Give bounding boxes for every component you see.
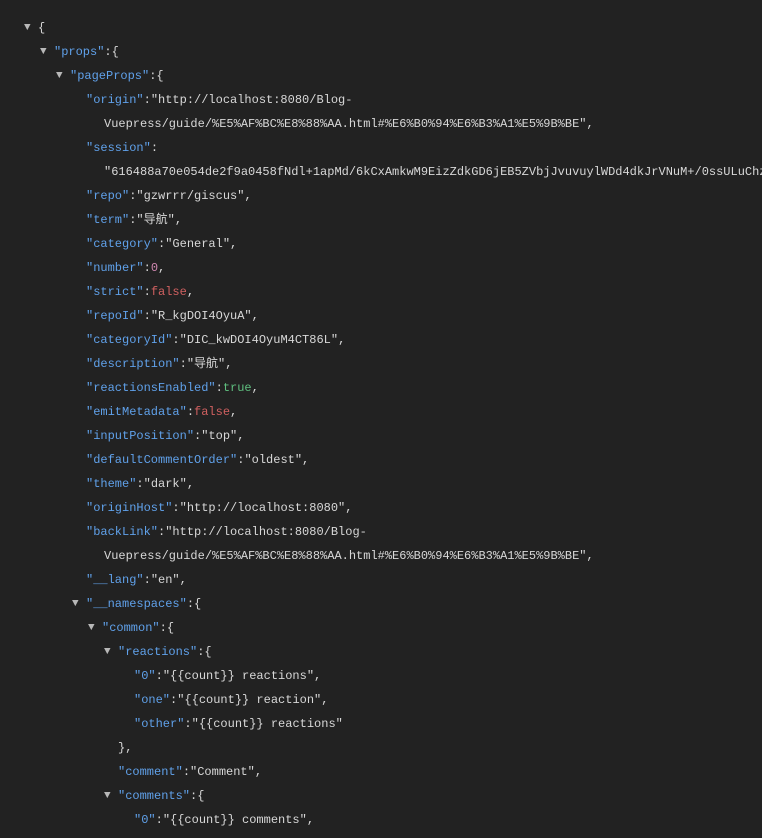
- kv-repoid[interactable]: "repoId": "R_kgDOI4OyuA",: [24, 304, 762, 328]
- common-open[interactable]: ▼ "common": {: [24, 616, 762, 640]
- kv-origin-l2: Vuepress/guide/%E5%AF%BC%E8%88%AA.html#%…: [24, 112, 762, 136]
- kv-reactions-other[interactable]: "other": "{{count}} reactions": [24, 712, 762, 736]
- reactions-open[interactable]: ▼ "reactions": {: [24, 640, 762, 664]
- caret-down-icon[interactable]: ▼: [40, 40, 54, 64]
- namespaces-open[interactable]: ▼ "__namespaces": {: [24, 592, 762, 616]
- kv-defaultcommentorder[interactable]: "defaultCommentOrder": "oldest",: [24, 448, 762, 472]
- json-tree: ▼ { ▼ "props": { ▼ "pageProps": { "origi…: [24, 16, 762, 832]
- props-open[interactable]: ▼ "props": {: [24, 40, 762, 64]
- kv-strict[interactable]: "strict": false,: [24, 280, 762, 304]
- kv-category[interactable]: "category": "General",: [24, 232, 762, 256]
- kv-lang[interactable]: "__lang": "en",: [24, 568, 762, 592]
- comments-open[interactable]: ▼ "comments": {: [24, 784, 762, 808]
- kv-comments-0[interactable]: "0": "{{count}} comments",: [24, 808, 762, 832]
- kv-session-val: "616488a70e054de2f9a0458fNdl+1apMd/6kCxA…: [24, 160, 762, 184]
- kv-reactions-one[interactable]: "one": "{{count}} reaction",: [24, 688, 762, 712]
- kv-categoryid[interactable]: "categoryId": "DIC_kwDOI4OyuM4CT86L",: [24, 328, 762, 352]
- kv-description[interactable]: "description": "导航",: [24, 352, 762, 376]
- kv-repo[interactable]: "repo": "gzwrrr/giscus",: [24, 184, 762, 208]
- kv-number[interactable]: "number": 0,: [24, 256, 762, 280]
- caret-down-icon[interactable]: ▼: [24, 16, 38, 40]
- kv-session-key[interactable]: "session":: [24, 136, 762, 160]
- caret-down-icon[interactable]: ▼: [72, 592, 86, 616]
- reactions-close: },: [24, 736, 762, 760]
- caret-down-icon[interactable]: ▼: [104, 640, 118, 664]
- caret-down-icon[interactable]: ▼: [56, 64, 70, 88]
- kv-theme[interactable]: "theme": "dark",: [24, 472, 762, 496]
- kv-backlink-l2: Vuepress/guide/%E5%AF%BC%E8%88%AA.html#%…: [24, 544, 762, 568]
- kv-reactionsenabled[interactable]: "reactionsEnabled": true,: [24, 376, 762, 400]
- kv-reactions-0[interactable]: "0": "{{count}} reactions",: [24, 664, 762, 688]
- caret-down-icon[interactable]: ▼: [104, 784, 118, 808]
- kv-term[interactable]: "term": "导航",: [24, 208, 762, 232]
- kv-comment[interactable]: "comment": "Comment",: [24, 760, 762, 784]
- kv-originhost[interactable]: "originHost": "http://localhost:8080",: [24, 496, 762, 520]
- pageprops-open[interactable]: ▼ "pageProps": {: [24, 64, 762, 88]
- caret-down-icon[interactable]: ▼: [88, 616, 102, 640]
- kv-inputposition[interactable]: "inputPosition": "top",: [24, 424, 762, 448]
- root-open[interactable]: ▼ {: [24, 16, 762, 40]
- kv-emitmetadata[interactable]: "emitMetadata": false,: [24, 400, 762, 424]
- kv-backlink-l1[interactable]: "backLink": "http://localhost:8080/Blog-: [24, 520, 762, 544]
- kv-origin-l1[interactable]: "origin": "http://localhost:8080/Blog-: [24, 88, 762, 112]
